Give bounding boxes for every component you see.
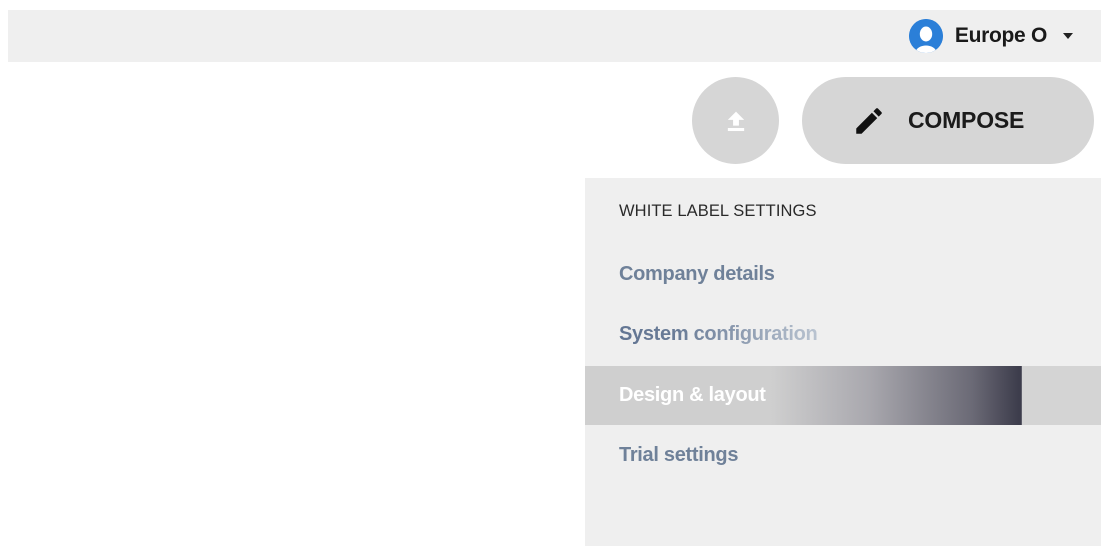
menu-item-label: Trial settings bbox=[619, 443, 739, 466]
panel-heading: WHITE LABEL SETTINGS bbox=[619, 202, 817, 220]
user-avatar-icon bbox=[908, 19, 943, 53]
menu-item-company-details[interactable]: Company details bbox=[585, 244, 1101, 304]
upload-button[interactable] bbox=[692, 77, 779, 164]
compose-label: COMPOSE bbox=[908, 107, 1025, 133]
menu-item-label: System configuration bbox=[585, 323, 818, 346]
menu-item-system-configuration[interactable]: System configuration bbox=[585, 304, 1101, 364]
menu-item-trial-settings[interactable]: Trial settings bbox=[585, 425, 1101, 485]
menu-item-label: Company details bbox=[619, 262, 775, 285]
top-strip bbox=[0, 0, 1101, 10]
user-menu[interactable]: Europe O bbox=[908, 10, 1073, 62]
menu-item-design-layout[interactable]: Design & layout bbox=[585, 366, 1101, 425]
white-label-settings-panel: WHITE LABEL SETTINGS Company details Sys… bbox=[585, 178, 1101, 546]
menu-item-label: Design & layout bbox=[619, 384, 766, 406]
caret-down-icon[interactable] bbox=[1063, 33, 1073, 39]
pencil-icon bbox=[856, 107, 882, 134]
compose-button[interactable]: COMPOSE bbox=[802, 77, 1094, 164]
app-page: Europe O COMPOSE WHITE LABEL SETTINGS Co… bbox=[0, 0, 1101, 546]
upload-icon bbox=[727, 111, 744, 131]
user-name: Europe O bbox=[954, 24, 1047, 47]
